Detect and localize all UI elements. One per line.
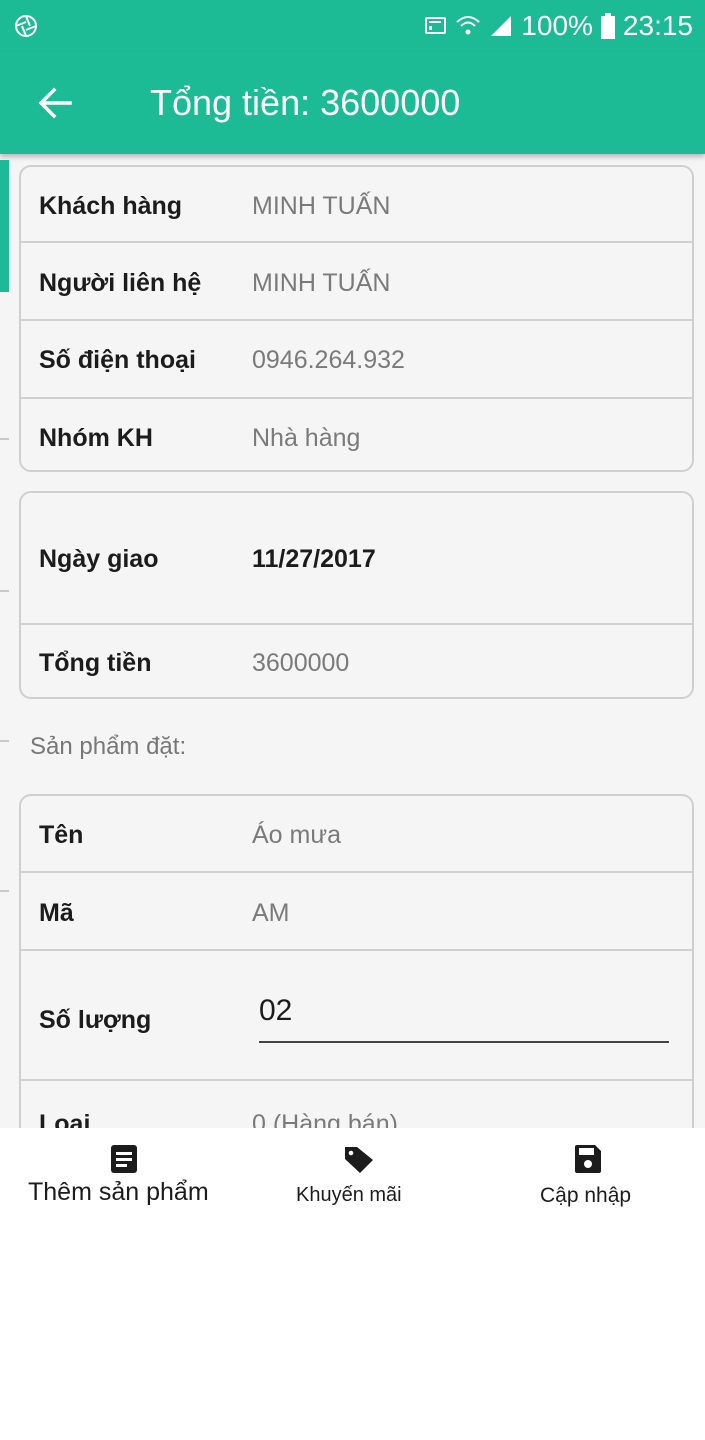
row-label: Số điện thoại	[39, 346, 196, 374]
product-name-row: Tên Áo mưa	[21, 796, 692, 873]
update-button[interactable]: Cập nhập	[530, 1128, 645, 1208]
promotion-button[interactable]: Khuyến mãi	[290, 1128, 425, 1208]
row-value: Nhà hàng	[252, 424, 361, 452]
info-row: Khách hàng MINH TUẤN	[21, 167, 692, 243]
battery-percent: 100%	[521, 10, 593, 41]
quantity-label: Số lượng	[39, 1006, 152, 1034]
divider	[0, 590, 9, 592]
quantity-input[interactable]	[259, 987, 669, 1043]
promotion-label: Khuyến mãi	[296, 1184, 402, 1206]
row-label: Nhóm KH	[39, 424, 153, 452]
note-icon	[111, 1145, 137, 1173]
wifi-icon	[456, 16, 480, 35]
product-card: Tên Áo mưa Mã AM Số lượng Loai 0 (Hàng b…	[19, 794, 694, 1154]
save-icon	[575, 1145, 601, 1173]
product-code-label: Mã	[39, 899, 74, 927]
product-name-label: Tên	[39, 821, 84, 849]
product-name-value: Áo mưa	[252, 821, 341, 849]
info-row: Người liên hệ MINH TUẤN	[21, 243, 692, 321]
drawer-edge	[0, 160, 9, 292]
customer-info-card: Khách hàng MINH TUẤN Người liên hệ MINH …	[19, 165, 694, 472]
product-code-value: AM	[252, 899, 290, 927]
total-row: Tổng tiền 3600000	[21, 625, 692, 697]
row-label: Khách hàng	[39, 192, 183, 220]
divider	[0, 890, 9, 892]
total-value: 3600000	[252, 649, 350, 677]
bottom-action-bar: Thêm sản phẩm Khuyến mãi Cập nhập	[0, 1128, 705, 1208]
divider	[0, 740, 9, 742]
page-title: Tổng tiền: 3600000	[150, 82, 461, 123]
row-value: 0946.264.932	[252, 346, 405, 374]
add-product-button[interactable]: Thêm sản phẩm	[20, 1128, 230, 1208]
add-product-label: Thêm sản phẩm	[28, 1178, 209, 1206]
divider	[0, 438, 9, 440]
row-value: MINH TUẤN	[252, 269, 391, 297]
total-label: Tổng tiền	[39, 649, 152, 677]
tag-icon	[345, 1147, 373, 1173]
update-label: Cập nhập	[540, 1184, 632, 1207]
status-bar: 100% 23:15	[0, 0, 705, 52]
row-label: Người liên hệ	[39, 269, 202, 297]
clock: 23:15	[622, 10, 693, 41]
app-bar: Tổng tiền: 3600000	[0, 52, 705, 154]
battery-icon	[600, 13, 615, 39]
info-row: Nhóm KH Nhà hàng	[21, 399, 692, 470]
row-value: MINH TUẤN	[252, 192, 391, 220]
delivery-date-row[interactable]: Ngày giao 11/27/2017	[21, 493, 692, 625]
app-screen: 100% 23:15 Tổng tiền: 3600000 Khách hàng…	[0, 0, 705, 1208]
quantity-row: Số lượng	[21, 951, 692, 1081]
products-section-label: Sản phẩm đặt:	[30, 733, 187, 760]
order-info-card: Ngày giao 11/27/2017 Tổng tiền 3600000	[19, 491, 694, 699]
delivery-date-label: Ngày giao	[39, 545, 159, 573]
back-arrow-icon[interactable]	[34, 82, 76, 124]
delivery-date-value[interactable]: 11/27/2017	[252, 545, 376, 574]
info-row: Số điện thoại 0946.264.932	[21, 321, 692, 399]
aperture-icon	[15, 15, 37, 37]
signal-icon	[491, 16, 512, 36]
product-code-row: Mã AM	[21, 873, 692, 951]
cast-icon	[425, 17, 447, 34]
